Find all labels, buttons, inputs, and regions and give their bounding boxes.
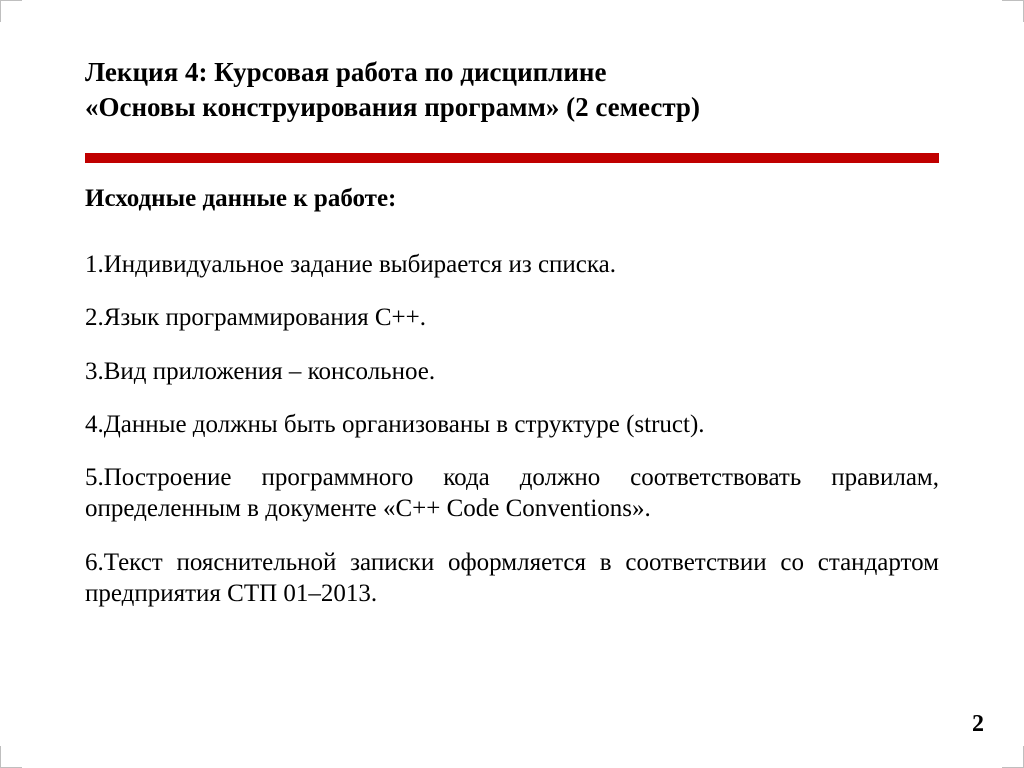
slide-title: Лекция 4: Курсовая работа по дисциплине … [85,55,939,125]
corner-mark-br [1002,746,1024,768]
corner-mark-tl [0,0,22,22]
corner-mark-bl [0,746,22,768]
section-heading: Исходные данные к работе: [85,185,939,213]
corner-mark-tr [1002,0,1024,22]
list-item: 4.Данные должны быть организованы в стру… [85,409,939,440]
requirements-list: 1.Индивидуальное задание выбирается из с… [85,249,939,609]
list-item: 1.Индивидуальное задание выбирается из с… [85,249,939,280]
slide: Лекция 4: Курсовая работа по дисциплине … [0,0,1024,768]
list-item: 6.Текст пояснительной записки оформляетс… [85,547,939,610]
list-item: 2.Язык программирования С++. [85,302,939,333]
slide-title-line1: Лекция 4: Курсовая работа по дисциплине [85,55,939,90]
slide-title-line2: «Основы конструирования программ» (2 сем… [85,90,939,125]
list-item: 3.Вид приложения – консольное. [85,356,939,387]
page-number: 2 [972,711,984,738]
list-item: 5.Построение программного кода должно со… [85,462,939,525]
divider-rule [85,153,939,163]
